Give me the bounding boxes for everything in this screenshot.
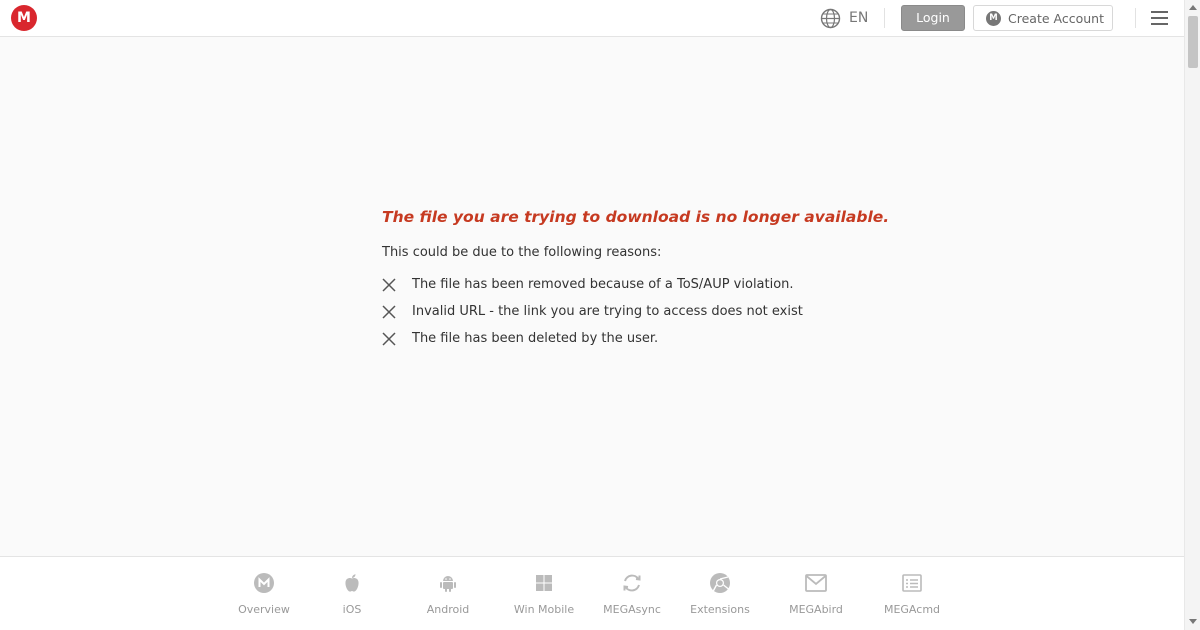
login-button[interactable]: Login bbox=[901, 5, 965, 31]
mega-logo[interactable]: M bbox=[11, 5, 37, 31]
mail-icon bbox=[771, 572, 861, 594]
footer-item-label: MEGAcmd bbox=[883, 603, 941, 616]
footer-nav: Overview iOS Android Win Mobile MEGAsync… bbox=[0, 556, 1184, 630]
footer-item-megasync[interactable]: MEGAsync bbox=[587, 572, 677, 616]
create-account-label: Create Account bbox=[1008, 10, 1104, 26]
header-divider bbox=[884, 8, 885, 28]
reason-text: Invalid URL - the link you are trying to… bbox=[412, 304, 803, 319]
error-title: The file you are trying to download is n… bbox=[382, 208, 890, 226]
language-label: EN bbox=[849, 10, 869, 26]
footer-item-megabird[interactable]: MEGAbird bbox=[771, 572, 861, 616]
page: M EN Login M Create Account The file you… bbox=[0, 0, 1200, 630]
reason-text: The file has been deleted by the user. bbox=[412, 331, 659, 346]
footer-item-megacmd[interactable]: MEGAcmd bbox=[867, 572, 957, 616]
unavailable-message: The file you are trying to download is n… bbox=[382, 205, 942, 352]
footer-item-label: Extensions bbox=[690, 603, 750, 616]
footer-item-label: Win Mobile bbox=[513, 603, 575, 616]
vertical-scrollbar[interactable] bbox=[1184, 0, 1200, 630]
footer-item-extensions[interactable]: Extensions bbox=[675, 572, 765, 616]
close-icon bbox=[382, 277, 412, 292]
scroll-up-icon[interactable] bbox=[1189, 5, 1197, 10]
sync-icon bbox=[587, 572, 677, 594]
mega-small-logo-icon: M bbox=[986, 10, 1001, 26]
reason-item: The file has been removed because of a T… bbox=[382, 271, 942, 298]
footer-item-label: MEGAbird bbox=[789, 603, 843, 616]
reasons-list: The file has been removed because of a T… bbox=[382, 271, 942, 352]
globe-icon bbox=[820, 8, 841, 29]
footer-item-win-mobile[interactable]: Win Mobile bbox=[499, 572, 589, 616]
reasons-intro: This could be due to the following reaso… bbox=[382, 245, 662, 260]
reason-text: The file has been removed because of a T… bbox=[412, 277, 794, 292]
mega-logo-icon bbox=[219, 572, 309, 594]
reason-item: The file has been deleted by the user. bbox=[382, 325, 942, 352]
android-icon bbox=[403, 572, 493, 594]
footer-item-ios[interactable]: iOS bbox=[307, 572, 397, 616]
header-divider bbox=[1135, 8, 1136, 28]
extensions-icon bbox=[675, 572, 765, 594]
create-account-button[interactable]: M Create Account bbox=[973, 5, 1113, 31]
language-selector[interactable]: EN bbox=[820, 7, 868, 29]
footer-item-android[interactable]: Android bbox=[403, 572, 493, 616]
footer-item-label: iOS bbox=[342, 603, 362, 616]
top-bar: M EN Login M Create Account bbox=[0, 0, 1184, 37]
apple-icon bbox=[307, 572, 397, 594]
footer-item-label: MEGAsync bbox=[603, 603, 661, 616]
footer-item-label: Android bbox=[426, 603, 470, 616]
hamburger-menu-icon[interactable] bbox=[1151, 10, 1169, 26]
scroll-down-icon[interactable] bbox=[1189, 619, 1197, 624]
windows-icon bbox=[499, 572, 589, 594]
footer-item-overview[interactable]: Overview bbox=[219, 572, 309, 616]
close-icon bbox=[382, 331, 412, 346]
footer-item-label: Overview bbox=[238, 603, 290, 616]
terminal-icon bbox=[867, 572, 957, 594]
close-icon bbox=[382, 304, 412, 319]
reason-item: Invalid URL - the link you are trying to… bbox=[382, 298, 942, 325]
scrollbar-thumb[interactable] bbox=[1188, 16, 1198, 68]
